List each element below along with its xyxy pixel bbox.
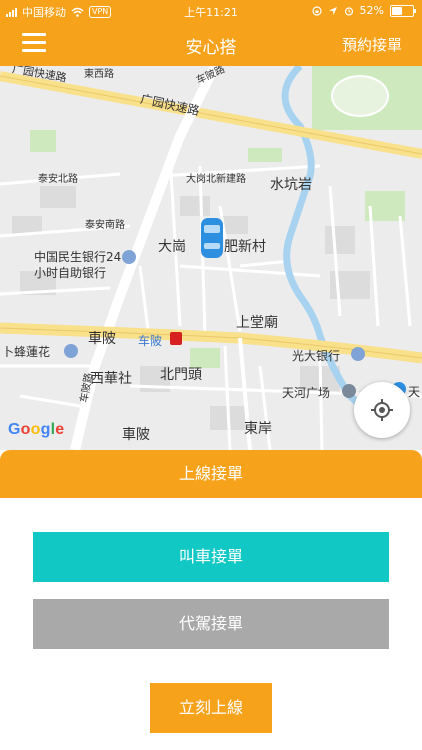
map-label: 中国民生银行24 xyxy=(34,250,122,264)
alarm-icon xyxy=(344,6,353,16)
map-label: 卜蜂蓮花 xyxy=(2,345,51,359)
map-label: 大崗 xyxy=(158,239,186,255)
mall-pin-icon xyxy=(342,384,356,398)
status-bar: 中国移动 VPN 上午11:21 52% xyxy=(0,0,422,20)
nav-bar: 安心搭 預約接單 xyxy=(0,20,422,66)
metro-station-icon xyxy=(170,332,182,345)
map-label: 車陂 xyxy=(122,427,150,443)
map-label: 東岸 xyxy=(244,421,272,437)
map-label: 西華社 xyxy=(90,371,132,387)
my-location-button[interactable] xyxy=(354,382,410,438)
map-label: 天河广场 xyxy=(282,386,331,400)
map-label: 北門頭 xyxy=(160,367,202,383)
bank-pin-icon xyxy=(122,250,136,264)
map-label: 泰安南路 xyxy=(85,220,125,231)
go-online-tab[interactable]: 上線接單 xyxy=(0,450,422,498)
battery-percent: 52% xyxy=(359,4,384,17)
bank-pin-icon xyxy=(351,347,365,361)
map-label: 上堂廟 xyxy=(236,315,278,331)
car-marker-icon xyxy=(201,218,223,258)
map-label: 水坑岩 xyxy=(270,177,312,193)
map-label: 小时自助银行 xyxy=(34,266,107,280)
crosshair-icon xyxy=(371,399,393,421)
battery-icon xyxy=(390,4,416,17)
location-arrow-icon xyxy=(328,6,337,15)
google-logo: Google xyxy=(8,421,65,438)
go-online-now-button[interactable]: 立刻上線 xyxy=(150,683,272,733)
rotation-lock-icon xyxy=(311,5,322,16)
designated-driver-orders-button[interactable]: 代駕接單 xyxy=(33,599,389,649)
map-label: 肥新村 xyxy=(224,239,266,255)
map-label: 车陂 xyxy=(138,334,163,348)
map-label: 東西路 xyxy=(84,69,114,80)
reservation-orders-button[interactable]: 預約接單 xyxy=(342,34,402,55)
map-label: 大岗北新建路 xyxy=(186,174,246,185)
call-car-orders-button[interactable]: 叫車接單 xyxy=(33,532,389,582)
map-label: 天 xyxy=(408,385,421,399)
shop-pin-icon xyxy=(64,344,78,358)
map-label: 光大银行 xyxy=(292,349,341,363)
map-label: 泰安北路 xyxy=(38,174,78,185)
map-label: 車陂 xyxy=(88,331,116,347)
